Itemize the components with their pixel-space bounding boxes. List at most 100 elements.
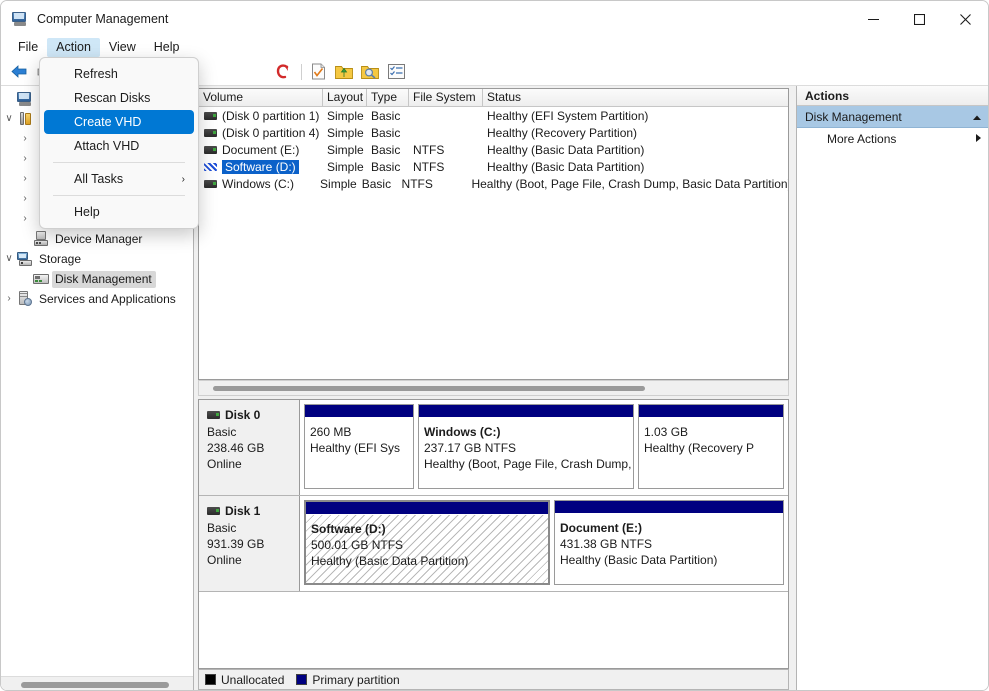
table-row[interactable]: Software (D:) Simple Basic NTFS Healthy … [199,158,788,175]
close-button[interactable] [942,1,988,37]
disk-management-pane: Volume Layout Type File System Status (D… [194,86,797,690]
partition-status: Healthy (EFI Sys [310,441,401,455]
disk-name: Disk 0 [225,408,261,422]
volume-name: (Disk 0 partition 1) [222,108,320,123]
tree-item-disk-management[interactable]: Disk Management [1,269,193,289]
legend-label: Unallocated [221,672,285,687]
table-row[interactable]: Windows (C:) Simple Basic NTFS Healthy (… [199,175,788,192]
tree-item-device-manager[interactable]: Device Manager [1,229,193,249]
volume-list-horizontal-scrollbar[interactable] [198,380,789,396]
volume-icon [204,179,217,188]
action-menu-dropdown: Refresh Rescan Disks Create VHD Attach V… [39,57,199,229]
partition-windows-c[interactable]: Windows (C:) 237.17 GB NTFS Healthy (Boo… [418,404,634,489]
menu-item-create-vhd[interactable]: Create VHD [44,110,194,134]
partition-type-bar [419,405,633,418]
tree-chevron[interactable]: › [17,134,33,144]
tree-item-services-and-applications[interactable]: › Services and Applications [1,289,193,309]
tree-item-storage[interactable]: ∨ Storage [1,249,193,269]
chevron-right-icon: › [181,173,185,185]
partition-name: Windows (C:) [424,425,501,439]
legend-swatch-primary [296,674,308,685]
menu-item-all-tasks[interactable]: All Tasks › [44,167,194,191]
tools-icon [17,111,33,127]
volume-layout: Simple [327,108,364,123]
computer-management-icon [12,11,28,27]
partition-status: Healthy (Boot, Page File, Crash Dump, [424,457,632,471]
partition-status: Healthy (Basic Data Partition) [311,554,469,568]
disk-row: Disk 0 Basic 238.46 GB Online 260 MB Hea… [199,400,788,496]
up-folder-icon[interactable] [332,61,356,83]
partition-software-d[interactable]: Software (D:) 500.01 GB NTFS Healthy (Ba… [304,500,550,585]
actions-item-more-actions[interactable]: More Actions [797,128,988,150]
volume-list-header: Volume Layout Type File System Status [199,89,788,107]
tree-chevron[interactable]: ∨ [1,254,17,264]
disk-type: Basic [207,425,237,439]
partition-size: 500.01 GB NTFS [311,538,404,552]
partition-type-bar [639,405,783,418]
volume-type: Basic [371,108,401,123]
column-header-file-system[interactable]: File System [409,89,483,106]
column-header-type[interactable]: Type [367,89,409,106]
table-row[interactable]: Document (E:) Simple Basic NTFS Healthy … [199,141,788,158]
tree-horizontal-scrollbar[interactable] [1,676,193,690]
export-list-icon[interactable] [306,61,330,83]
tree-chevron[interactable]: › [17,174,33,184]
volume-type: Basic [371,142,401,157]
partition-recovery[interactable]: 1.03 GB Healthy (Recovery P [638,404,784,489]
scrollbar-thumb[interactable] [21,682,169,688]
maximize-button[interactable] [896,1,942,37]
chevron-right-icon[interactable] [975,132,982,146]
table-row[interactable]: (Disk 0 partition 1) Simple Basic Health… [199,107,788,124]
menu-item-help[interactable]: Help [44,200,194,224]
tree-chevron[interactable]: › [17,194,33,204]
back-arrow-icon[interactable] [7,61,31,83]
menu-view[interactable]: View [100,38,145,57]
show-hide-console-tree-icon[interactable] [384,61,408,83]
partition-status: Healthy (Recovery P [644,441,755,455]
chevron-up-icon[interactable] [972,110,982,124]
menu-item-rescan-disks[interactable]: Rescan Disks [44,86,194,110]
window-title: Computer Management [37,12,169,26]
tree-chevron[interactable]: › [1,294,17,304]
volume-status: Healthy (Basic Data Partition) [487,142,645,157]
disk-state: Online [207,553,242,567]
tree-chevron[interactable]: › [17,154,33,164]
volume-layout: Simple [327,159,364,174]
menu-item-refresh[interactable]: Refresh [44,62,194,86]
disk-row-empty [199,592,788,668]
column-header-volume[interactable]: Volume [199,89,323,106]
disk-capacity: 238.46 GB [207,441,265,455]
menu-item-label: Attach VHD [74,139,140,153]
tree-chevron[interactable]: ∨ [1,114,17,124]
disk-info-disk-1[interactable]: Disk 1 Basic 931.39 GB Online [199,496,300,591]
storage-icon [17,251,33,267]
partition-document-e[interactable]: Document (E:) 431.38 GB NTFS Healthy (Ba… [554,500,784,585]
search-folder-icon[interactable] [358,61,382,83]
menu-action[interactable]: Action [47,38,100,57]
minimize-button[interactable] [850,1,896,37]
actions-section-disk-management[interactable]: Disk Management [797,106,988,128]
menu-item-label: All Tasks [74,172,124,186]
tree-chevron[interactable]: › [17,214,33,224]
menu-item-attach-vhd[interactable]: Attach VHD [44,134,194,158]
partition-efi[interactable]: 260 MB Healthy (EFI Sys [304,404,414,489]
tree-item-label: Storage [39,251,82,266]
column-header-status[interactable]: Status [483,89,788,106]
menu-file[interactable]: File [9,38,47,57]
volume-layout: Simple [327,125,364,140]
disk-info-disk-0[interactable]: Disk 0 Basic 238.46 GB Online [199,400,300,495]
legend-swatch-unallocated [205,674,216,685]
scrollbar-thumb[interactable] [213,386,645,391]
tree-item-label: Services and Applications [39,291,176,306]
volume-file-system: NTFS [413,159,445,174]
disk-row: Disk 1 Basic 931.39 GB Online Software (… [199,496,788,592]
column-header-layout[interactable]: Layout [323,89,367,106]
volume-type: Basic [361,176,392,191]
volume-status: Healthy (Recovery Partition) [487,125,638,140]
partition-name: Software (D:) [311,522,386,536]
menu-separator [53,195,185,196]
volume-icon [204,128,217,137]
menu-help[interactable]: Help [145,38,189,57]
refresh-icon[interactable] [271,61,295,83]
table-row[interactable]: (Disk 0 partition 4) Simple Basic Health… [199,124,788,141]
